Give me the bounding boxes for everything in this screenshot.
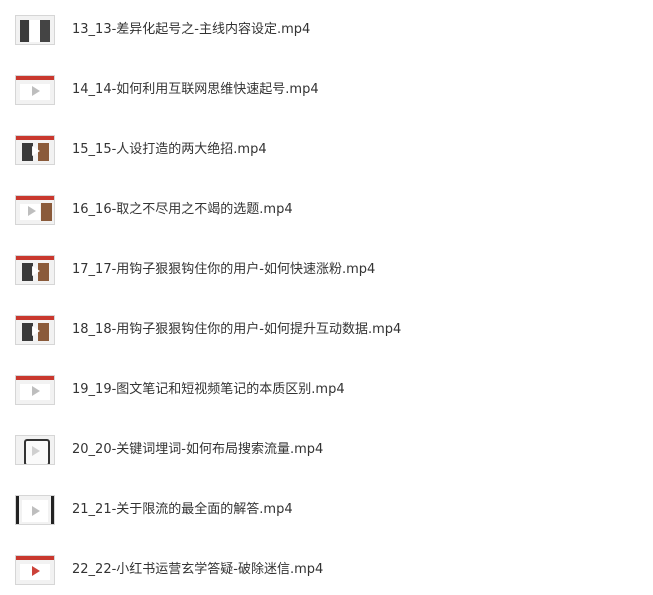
file-name: 21_21-关于限流的最全面的解答.mp4 — [72, 502, 293, 517]
video-thumbnail — [15, 135, 55, 165]
file-item-20[interactable]: 20_20-关键词埋词-如何布局搜索流量.mp4 — [0, 430, 653, 470]
file-name: 17_17-用钩子狠狠钩住你的用户-如何快速涨粉.mp4 — [72, 262, 376, 277]
file-item-19[interactable]: 19_19-图文笔记和短视频笔记的本质区别.mp4 — [0, 370, 653, 410]
file-item-15[interactable]: 15_15-人设打造的两大绝招.mp4 — [0, 130, 653, 170]
file-name: 14_14-如何利用互联网思维快速起号.mp4 — [72, 82, 319, 97]
file-name: 16_16-取之不尽用之不竭的选题.mp4 — [72, 202, 293, 217]
file-list: 13_13-差异化起号之-主线内容设定.mp4 14_14-如何利用互联网思维快… — [0, 0, 653, 595]
file-item-16[interactable]: 16_16-取之不尽用之不竭的选题.mp4 — [0, 190, 653, 230]
file-item-14[interactable]: 14_14-如何利用互联网思维快速起号.mp4 — [0, 70, 653, 110]
file-name: 13_13-差异化起号之-主线内容设定.mp4 — [72, 22, 311, 37]
file-name: 22_22-小红书运营玄学答疑-破除迷信.mp4 — [72, 562, 324, 577]
file-name: 18_18-用钩子狠狠钩住你的用户-如何提升互动数据.mp4 — [72, 322, 402, 337]
file-name: 15_15-人设打造的两大绝招.mp4 — [72, 142, 267, 157]
video-thumbnail — [15, 555, 55, 585]
video-thumbnail — [15, 435, 55, 465]
video-thumbnail — [15, 375, 55, 405]
file-name: 19_19-图文笔记和短视频笔记的本质区别.mp4 — [72, 382, 345, 397]
video-thumbnail — [15, 75, 55, 105]
video-thumbnail — [15, 495, 55, 525]
video-thumbnail — [15, 15, 55, 45]
file-item-17[interactable]: 17_17-用钩子狠狠钩住你的用户-如何快速涨粉.mp4 — [0, 250, 653, 290]
file-item-18[interactable]: 18_18-用钩子狠狠钩住你的用户-如何提升互动数据.mp4 — [0, 310, 653, 350]
video-thumbnail — [15, 315, 55, 345]
video-thumbnail — [15, 255, 55, 285]
file-item-22[interactable]: 22_22-小红书运营玄学答疑-破除迷信.mp4 — [0, 550, 653, 590]
video-thumbnail — [15, 195, 55, 225]
file-item-21[interactable]: 21_21-关于限流的最全面的解答.mp4 — [0, 490, 653, 530]
file-item-13[interactable]: 13_13-差异化起号之-主线内容设定.mp4 — [0, 10, 653, 50]
file-name: 20_20-关键词埋词-如何布局搜索流量.mp4 — [72, 442, 324, 457]
